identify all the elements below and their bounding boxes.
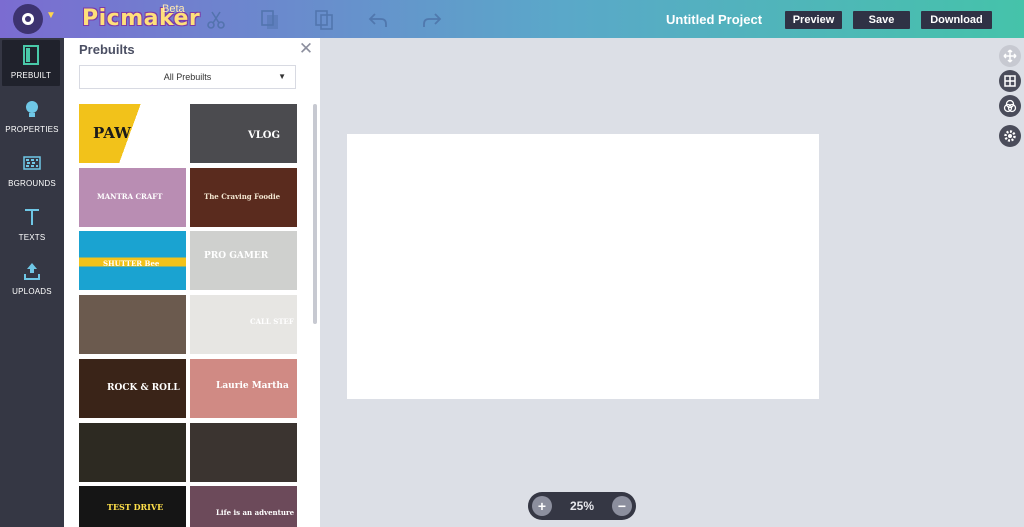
- prebuilt-thumbnail[interactable]: [79, 422, 186, 482]
- prebuilt-thumbnail[interactable]: MANTRA CRAFT: [79, 167, 186, 227]
- thumbnail-label: VLOG: [248, 130, 281, 141]
- move-icon[interactable]: [999, 45, 1021, 67]
- nav-item-properties[interactable]: PROPERTIES: [0, 94, 64, 140]
- prebuilts-filter-select[interactable]: All Prebuilts ▼: [79, 65, 296, 89]
- thumbnail-label: TEST DRIVE: [107, 502, 164, 513]
- zoom-out-button[interactable]: −: [612, 496, 632, 516]
- prebuilt-thumbnail[interactable]: Laurie Martha: [190, 358, 297, 418]
- thumbnail-label: Life is an adventure: [216, 508, 295, 518]
- thumbnail-label: SHUTTER Bee: [103, 259, 160, 269]
- duplicate-icon[interactable]: [313, 9, 335, 31]
- nav-label: BGROUNDS: [8, 179, 56, 188]
- thumbnail-label: The Craving Foodie: [204, 191, 281, 201]
- preview-button[interactable]: Preview: [785, 11, 842, 29]
- nav-item-prebuilt[interactable]: PREBUILT: [2, 40, 60, 86]
- thumbnail-label: CALL STEF: [250, 317, 294, 327]
- prebuilt-thumbnail[interactable]: CALL STEF: [190, 295, 297, 355]
- project-title[interactable]: Untitled Project: [666, 12, 762, 27]
- prebuilts-panel: Prebuilts ✕ All Prebuilts ▼ PAW VLOG MANTR…: [64, 38, 320, 527]
- color-icon[interactable]: [999, 95, 1021, 117]
- mascot-eye-icon: [22, 13, 34, 25]
- nav-item-bgrounds[interactable]: BGROUNDS: [0, 148, 64, 194]
- thumbnail-label: Laurie Martha: [216, 380, 289, 391]
- bulb-icon: [26, 101, 38, 117]
- prebuilt-thumbnail[interactable]: [190, 422, 297, 482]
- layout-icon: [23, 45, 39, 65]
- download-button[interactable]: Download: [921, 11, 992, 29]
- thumbnail-label: ROCK & ROLL: [107, 382, 180, 393]
- cut-icon[interactable]: [205, 9, 227, 31]
- prebuilt-thumbnail[interactable]: [79, 295, 186, 355]
- left-nav: PREBUILT PROPERTIES BGROUNDS TEXTS UPLOA…: [0, 38, 64, 527]
- nav-label: TEXTS: [18, 233, 46, 242]
- settings-icon[interactable]: [999, 125, 1021, 147]
- prebuilt-thumbnail[interactable]: ROCK & ROLL: [79, 358, 186, 418]
- text-icon: [25, 209, 39, 225]
- prebuilt-thumbnail[interactable]: VLOG: [190, 104, 297, 163]
- prebuilt-thumbnail[interactable]: TEST DRIVE: [79, 486, 186, 527]
- panel-title: Prebuilts: [79, 42, 135, 57]
- select-value: All Prebuilts: [163, 72, 212, 82]
- nav-item-texts[interactable]: TEXTS: [0, 202, 64, 248]
- prebuilt-thumbnail[interactable]: SHUTTER Bee: [79, 231, 186, 291]
- pattern-icon: [23, 156, 41, 170]
- beta-badge: Beta: [162, 3, 185, 15]
- thumbnail-label: MANTRA CRAFT: [97, 191, 163, 201]
- nav-label: UPLOADS: [12, 287, 52, 296]
- design-canvas[interactable]: [347, 134, 819, 399]
- panel-scrollbar[interactable]: [313, 104, 317, 324]
- prebuilt-thumbnail[interactable]: PRO GAMER: [190, 231, 297, 291]
- nav-label: PROPERTIES: [5, 125, 59, 134]
- redo-icon[interactable]: [421, 9, 443, 31]
- mascot-menu-button[interactable]: [13, 4, 43, 34]
- prebuilt-thumbnail[interactable]: Life is an adventure: [190, 486, 297, 527]
- zoom-control: + 25% −: [528, 492, 636, 520]
- copy-icon[interactable]: [259, 9, 281, 31]
- nav-item-uploads[interactable]: UPLOADS: [0, 256, 64, 302]
- chevron-down-icon[interactable]: ▼: [46, 10, 56, 21]
- prebuilt-thumbnail[interactable]: PAW: [79, 104, 186, 163]
- prebuilt-thumbnail[interactable]: The Craving Foodie: [190, 167, 297, 227]
- top-bar: ▼ Picmaker Beta Untitled Project Preview…: [0, 0, 1024, 38]
- thumbnail-label: PAW: [93, 124, 131, 142]
- save-button[interactable]: Save: [853, 11, 910, 29]
- grid-icon[interactable]: [999, 70, 1021, 92]
- zoom-level: 25%: [569, 499, 595, 513]
- close-icon[interactable]: ✕: [298, 40, 314, 58]
- nav-label: PREBUILT: [10, 71, 52, 80]
- undo-icon[interactable]: [367, 9, 389, 31]
- zoom-in-button[interactable]: +: [532, 496, 552, 516]
- thumbnail-label: PRO GAMER: [204, 251, 269, 262]
- upload-icon: [24, 263, 40, 280]
- caret-down-icon: ▼: [278, 72, 286, 81]
